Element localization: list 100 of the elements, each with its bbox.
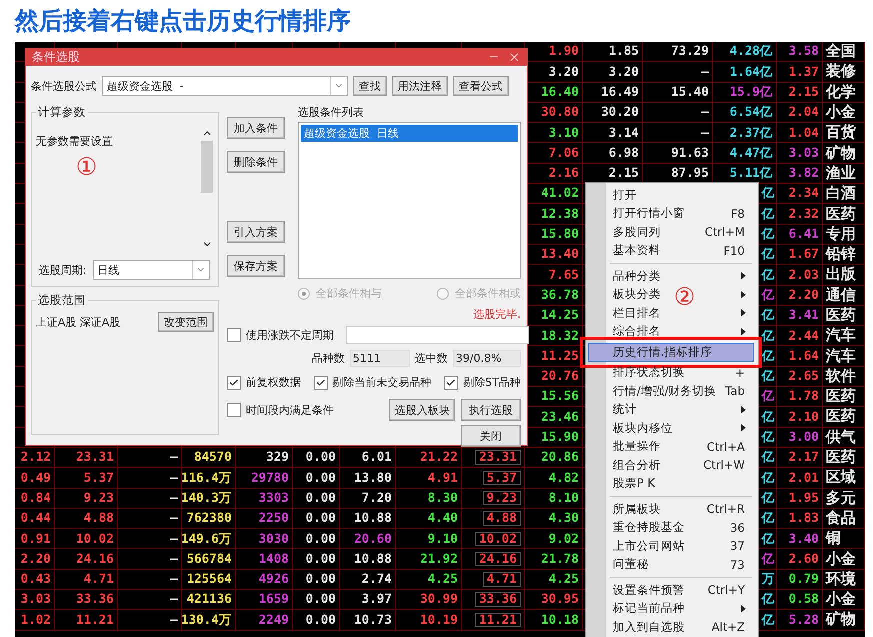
- table-cell: 24.16: [475, 552, 521, 566]
- step-marker: ①: [76, 155, 98, 179]
- stock-name: 装修: [826, 64, 856, 80]
- action-button[interactable]: 选股入板块: [389, 399, 455, 421]
- table-cell: 33.36: [475, 592, 521, 607]
- menu-item[interactable]: 排序状态切换 +: [588, 364, 754, 382]
- table-cell: 0.00: [306, 492, 336, 504]
- side-button[interactable]: 引入方案: [227, 221, 285, 243]
- table-cell: 万: [762, 573, 775, 586]
- menu-item[interactable]: 板块内移位: [588, 419, 682, 438]
- checkbox-label[interactable]: 剔除当前未交易品种: [314, 375, 432, 390]
- table-cell: 3030: [258, 532, 289, 546]
- stock-name: 环境: [826, 572, 856, 587]
- checkbox[interactable]: [227, 328, 241, 342]
- table-cell: 11.21: [76, 614, 114, 626]
- stock-name: 医药: [826, 409, 856, 424]
- table-cell: 12.38: [541, 208, 579, 220]
- table-cell: 4.88: [84, 512, 114, 525]
- action-button[interactable]: 执行选股: [461, 399, 521, 421]
- menu-item[interactable]: 组合分析 Ctrl+W: [588, 456, 754, 474]
- menu-item[interactable]: 多股同列 Ctrl+M: [588, 223, 754, 242]
- table-cell: 亿: [762, 370, 775, 383]
- menu-item[interactable]: 所属板块 Ctrl+R: [588, 500, 754, 518]
- side-button[interactable]: 加入条件: [227, 117, 285, 139]
- table-cell: —: [170, 593, 178, 606]
- menu-item[interactable]: 行情/增强/财务切换 Tab: [588, 382, 754, 400]
- table-cell: 8.30: [428, 492, 458, 504]
- menu-item[interactable]: 批量操作 Ctrl+A: [588, 438, 754, 456]
- table-cell: 0.00: [306, 573, 336, 586]
- table-cell: 4.28亿: [730, 45, 773, 58]
- table-cell: 2.10: [788, 410, 819, 424]
- table-cell: —: [170, 451, 178, 464]
- table-cell: 30.99: [420, 593, 458, 606]
- table-cell: 0.00: [306, 512, 336, 525]
- table-cell: 2.32: [788, 208, 819, 220]
- stock-name: 小金: [826, 552, 856, 567]
- stock-name: 医药: [826, 450, 856, 466]
- menu-item[interactable]: 统计: [588, 400, 646, 419]
- table-cell: —: [170, 614, 178, 626]
- table-cell: 亿: [762, 187, 775, 200]
- table-cell: 130.4万: [182, 614, 232, 626]
- close-icon[interactable]: [508, 51, 521, 64]
- table-cell: 10.18: [541, 614, 579, 626]
- side-button[interactable]: 删除条件: [227, 151, 285, 173]
- list-item[interactable]: 超级资金选股 日线: [301, 125, 518, 142]
- period-dropdown[interactable]: 日线: [92, 260, 210, 280]
- checkbox[interactable]: [314, 376, 328, 390]
- menu-item[interactable]: 栏目排名: [588, 304, 670, 322]
- period-input[interactable]: [346, 326, 529, 344]
- menu-item[interactable]: 设置条件预警 Ctrl+Y: [588, 581, 754, 600]
- stock-name: 汽车: [826, 348, 856, 364]
- toolbar-button[interactable]: 用法注释: [392, 76, 448, 96]
- menu-item[interactable]: 加入到自选股 Alt+Z: [588, 618, 754, 636]
- table-cell: 0.84: [20, 492, 51, 504]
- params-message: 无参数需要设置: [36, 134, 114, 149]
- side-button[interactable]: 保存方案: [227, 255, 285, 277]
- checkbox-label[interactable]: 时间段内满足条件: [227, 402, 334, 418]
- checkbox[interactable]: [227, 376, 241, 390]
- table-cell: —: [170, 492, 178, 504]
- formula-dropdown[interactable]: 超级资金选股 -: [102, 76, 348, 96]
- checkbox[interactable]: [227, 403, 241, 417]
- menu-item[interactable]: 打开: [588, 186, 646, 204]
- menu-item[interactable]: 上市公司网站 37: [588, 537, 754, 556]
- table-cell: 21.22: [420, 451, 458, 464]
- menu-item[interactable]: 问董秘 73: [588, 556, 754, 574]
- table-cell: 0.43: [20, 573, 51, 586]
- checkbox-label[interactable]: 使用涨跌不定周期: [227, 328, 334, 342]
- toolbar-button[interactable]: 查找: [353, 76, 387, 96]
- table-cell: 亿: [762, 451, 775, 464]
- menu-item[interactable]: 打开行情小窗 F8: [588, 204, 754, 223]
- table-cell: —: [701, 106, 709, 119]
- scope-value: 上证A股 深证A股: [36, 314, 121, 330]
- checkbox-label[interactable]: 剔除ST品种: [444, 375, 521, 390]
- stock-name: 多元: [826, 490, 856, 506]
- table-cell: 11.21: [475, 612, 521, 628]
- menu-item[interactable]: 历史行情.指标排序: [588, 343, 754, 362]
- menu-item[interactable]: 综合排名: [588, 322, 670, 341]
- menu-item[interactable]: 重仓持股基金 36: [588, 518, 754, 537]
- table-cell: 87.95: [671, 167, 709, 180]
- table-cell: 23.31: [475, 450, 521, 465]
- list-label: 选股条件列表: [298, 105, 365, 120]
- menu-item[interactable]: 品种分类: [588, 267, 670, 286]
- stock-name: 百货: [826, 125, 856, 140]
- menu-item[interactable]: 标记当前品种: [588, 600, 694, 618]
- scroll-thumb[interactable]: [201, 141, 213, 193]
- table-cell: —: [170, 573, 178, 586]
- close-button[interactable]: 关闭: [461, 425, 521, 447]
- checkbox[interactable]: [444, 376, 458, 390]
- toolbar-button[interactable]: 查看公式: [453, 76, 509, 96]
- table-cell: 125564: [186, 573, 232, 586]
- table-cell: —: [170, 512, 178, 525]
- menu-item[interactable]: 基本资料 F10: [588, 242, 754, 260]
- menu-item[interactable]: 股票P K: [588, 474, 664, 493]
- table-cell: 1.64亿: [730, 66, 773, 78]
- change-scope-button[interactable]: 改变范围: [158, 312, 214, 332]
- menu-item[interactable]: 板块分类: [588, 286, 670, 304]
- table-cell: 亿: [762, 492, 775, 504]
- table-cell: 10.73: [354, 614, 392, 626]
- table-cell: 1.85: [608, 45, 639, 58]
- checkbox-label[interactable]: 前复权数据: [227, 375, 301, 390]
